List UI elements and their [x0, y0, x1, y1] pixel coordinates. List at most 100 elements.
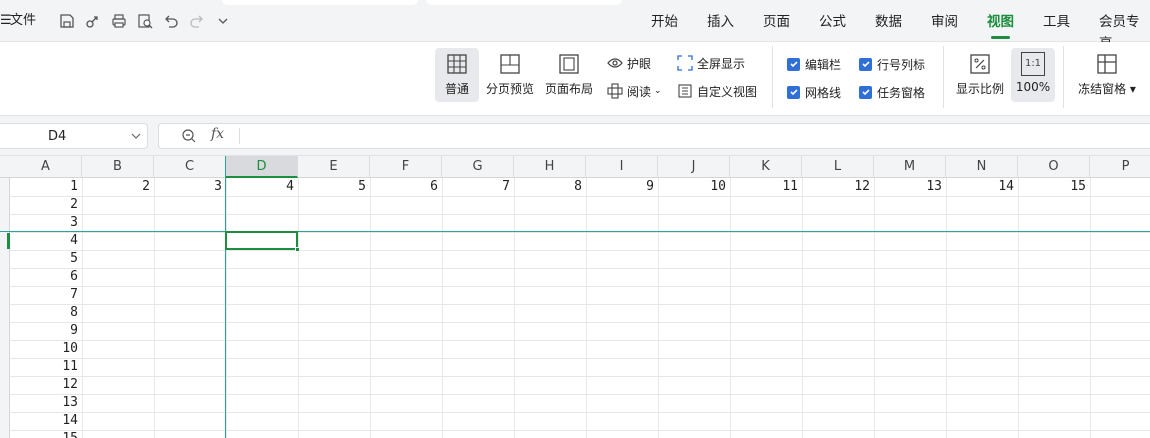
gridlines-checkbox[interactable]: 网格线	[787, 83, 841, 101]
share-icon[interactable]	[84, 12, 102, 30]
formula-input[interactable]: fx	[158, 123, 1150, 149]
task-pane-checkbox[interactable]: 任务窗格	[859, 83, 925, 101]
row-gridline	[10, 394, 1150, 395]
column-header-j[interactable]: J	[658, 156, 730, 178]
cell-g1[interactable]: 7	[442, 178, 514, 196]
undo-icon[interactable]	[162, 12, 180, 30]
row-gridline	[10, 340, 1150, 341]
quick-access-dropdown-icon[interactable]	[214, 12, 232, 30]
cell-k1[interactable]: 11	[730, 178, 802, 196]
column-header-m[interactable]: M	[874, 156, 946, 178]
cell-f1[interactable]: 6	[370, 178, 442, 196]
eye-icon	[607, 58, 623, 68]
row-gridline	[10, 358, 1150, 359]
row-header-strip	[0, 178, 10, 438]
zoom-100-button[interactable]: 1:1 100%	[1011, 48, 1055, 102]
fill-handle[interactable]	[295, 247, 300, 252]
name-box[interactable]: D4	[0, 123, 148, 149]
zoom-search-icon[interactable]	[181, 128, 197, 144]
cell-a3[interactable]: 3	[10, 214, 82, 232]
cell-e1[interactable]: 5	[298, 178, 370, 196]
column-header-g[interactable]: G	[442, 156, 514, 178]
cell-a10[interactable]: 10	[10, 340, 82, 358]
tab-review[interactable]: 审阅	[931, 11, 958, 33]
normal-view-button[interactable]: 普通	[435, 48, 479, 102]
column-header-k[interactable]: K	[730, 156, 802, 178]
zoom-button[interactable]: 显示比例	[954, 48, 1006, 102]
eye-protection-button[interactable]: 护眼	[607, 54, 651, 72]
column-header-b[interactable]: B	[82, 156, 154, 178]
tab-page[interactable]: 页面	[763, 11, 790, 33]
custom-view-button[interactable]: 自定义视图	[677, 82, 757, 100]
cell-a7[interactable]: 7	[10, 286, 82, 304]
cell-o1[interactable]: 15	[1018, 178, 1090, 196]
cell-a5[interactable]: 5	[10, 250, 82, 268]
reading-mode-button[interactable]: 阅读 ⌄	[607, 82, 662, 100]
file-menu[interactable]: 文件	[10, 11, 36, 31]
column-header-n[interactable]: N	[946, 156, 1018, 178]
cell-a12[interactable]: 12	[10, 376, 82, 394]
cell-l1[interactable]: 12	[802, 178, 874, 196]
cell-a1[interactable]: 1	[10, 178, 82, 196]
column-header-f[interactable]: F	[370, 156, 442, 178]
tab-data[interactable]: 数据	[875, 11, 902, 33]
row-col-headers-label: 行号列标	[877, 57, 926, 72]
column-header-c[interactable]: C	[154, 156, 226, 178]
chevron-down-icon[interactable]	[131, 131, 141, 141]
cell-d1[interactable]: 4	[226, 178, 298, 196]
page-break-preview-button[interactable]: 分页预览	[484, 48, 536, 102]
full-screen-button[interactable]: 全屏显示	[677, 54, 745, 72]
formula-bar-checkbox[interactable]: 编辑栏	[787, 55, 841, 73]
cell-a11[interactable]: 11	[10, 358, 82, 376]
cell-i1[interactable]: 9	[586, 178, 658, 196]
cell-b1[interactable]: 2	[82, 178, 154, 196]
column-header-e[interactable]: E	[298, 156, 370, 178]
cell-c1[interactable]: 3	[154, 178, 226, 196]
tab-formulas[interactable]: 公式	[819, 11, 846, 33]
tab-view[interactable]: 视图	[987, 11, 1014, 39]
tab-home[interactable]: 开始	[651, 11, 678, 33]
document-tab-1[interactable]	[222, 0, 418, 5]
tab-tools[interactable]: 工具	[1043, 11, 1070, 33]
column-header-l[interactable]: L	[802, 156, 874, 178]
column-header-p[interactable]: P	[1090, 156, 1150, 178]
column-header-d[interactable]: D	[226, 156, 298, 178]
column-gridline	[802, 178, 803, 438]
column-gridline	[1090, 178, 1091, 438]
cell-a4[interactable]: 4	[10, 232, 82, 250]
cell-a6[interactable]: 6	[10, 268, 82, 286]
cell-a9[interactable]: 9	[10, 322, 82, 340]
tab-member[interactable]: 会员专享	[1099, 11, 1150, 52]
save-icon[interactable]	[58, 12, 76, 30]
cell-h1[interactable]: 8	[514, 178, 586, 196]
column-gridline	[226, 178, 227, 438]
cell-a8[interactable]: 8	[10, 304, 82, 322]
print-preview-icon[interactable]	[136, 12, 154, 30]
cell-p1[interactable]: 1	[1090, 178, 1150, 196]
cell-j1[interactable]: 10	[658, 178, 730, 196]
ribbon-separator	[943, 46, 944, 108]
fx-icon[interactable]: fx	[211, 126, 224, 142]
freeze-panes-button[interactable]: 冻结窗格 ▾	[1074, 48, 1140, 102]
cell-a13[interactable]: 13	[10, 394, 82, 412]
cell-a2[interactable]: 2	[10, 196, 82, 214]
cell-m1[interactable]: 13	[874, 178, 946, 196]
spreadsheet-grid[interactable]: ABCDEFGHIJKLMNOP 12345678910111213141512…	[0, 156, 1150, 438]
column-header-o[interactable]: O	[1018, 156, 1090, 178]
document-tab-2[interactable]	[426, 0, 622, 5]
redo-icon[interactable]	[188, 12, 206, 30]
grid-icon	[447, 54, 467, 74]
active-cell[interactable]	[225, 231, 298, 250]
row-col-headers-checkbox[interactable]: 行号列标	[859, 55, 925, 73]
column-header-h[interactable]: H	[514, 156, 586, 178]
cell-n1[interactable]: 14	[946, 178, 1018, 196]
print-icon[interactable]	[110, 12, 128, 30]
cell-a15[interactable]: 15	[10, 430, 82, 438]
column-header-row: ABCDEFGHIJKLMNOP	[0, 156, 1150, 178]
cell-a14[interactable]: 14	[10, 412, 82, 430]
tab-insert[interactable]: 插入	[707, 11, 734, 33]
custom-view-icon	[678, 84, 692, 98]
column-header-a[interactable]: A	[10, 156, 82, 178]
column-header-i[interactable]: I	[586, 156, 658, 178]
page-layout-button[interactable]: 页面布局	[543, 48, 595, 102]
